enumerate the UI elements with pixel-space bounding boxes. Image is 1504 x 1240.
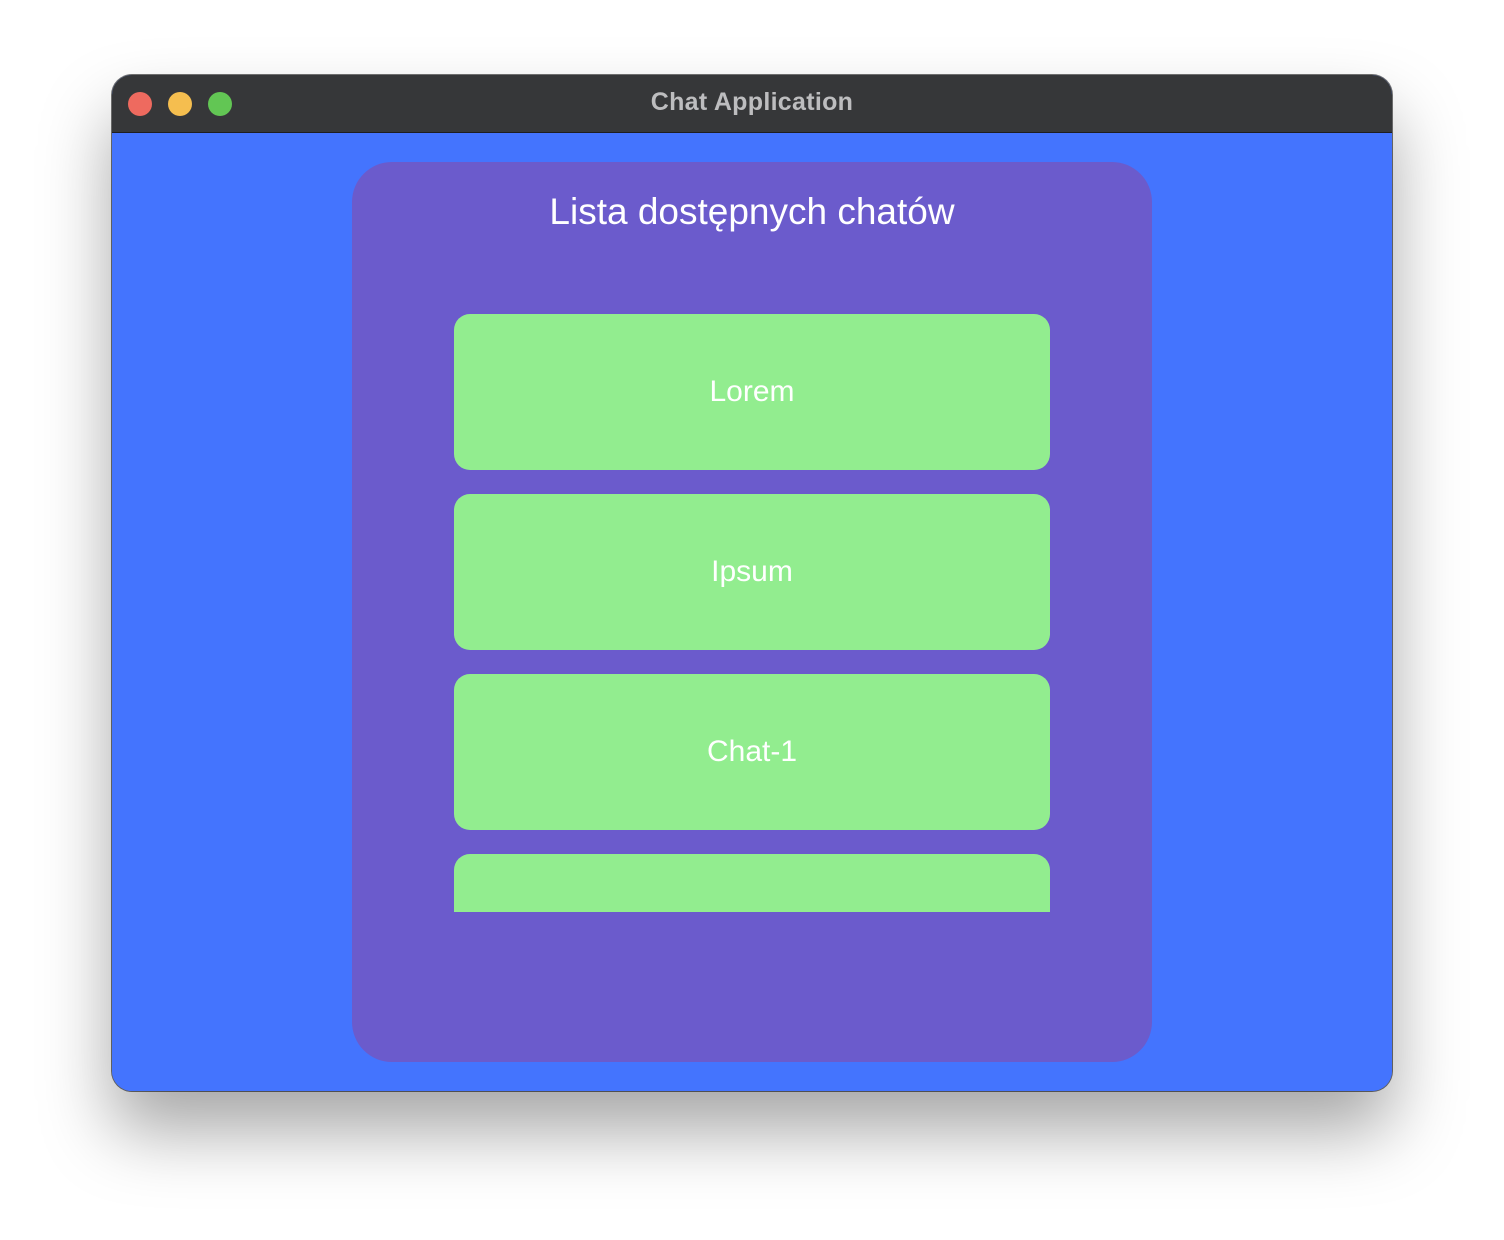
chat-list[interactable]: Lorem Ipsum Chat-1 xyxy=(454,314,1050,912)
chat-list-panel: Lista dostępnych chatów Lorem Ipsum Chat… xyxy=(352,162,1152,1062)
chat-item[interactable]: Lorem xyxy=(454,314,1050,470)
chat-item-label: Ipsum xyxy=(711,555,793,588)
window-title: Chat Application xyxy=(650,88,854,116)
panel-title: Lista dostępnych chatów xyxy=(549,191,955,232)
app-window: Chat Application Lista dostępnych chatów… xyxy=(112,75,1392,1091)
chat-item[interactable]: Chat-1 xyxy=(454,674,1050,830)
chat-item-label: Chat-1 xyxy=(706,735,798,768)
chat-item[interactable] xyxy=(454,854,1050,912)
chat-item-label: Lorem xyxy=(709,375,795,408)
title-bar[interactable]: Chat Application xyxy=(112,75,1392,133)
main-content: Lista dostępnych chatów Lorem Ipsum Chat… xyxy=(112,133,1392,1091)
chat-item[interactable]: Ipsum xyxy=(454,494,1050,650)
